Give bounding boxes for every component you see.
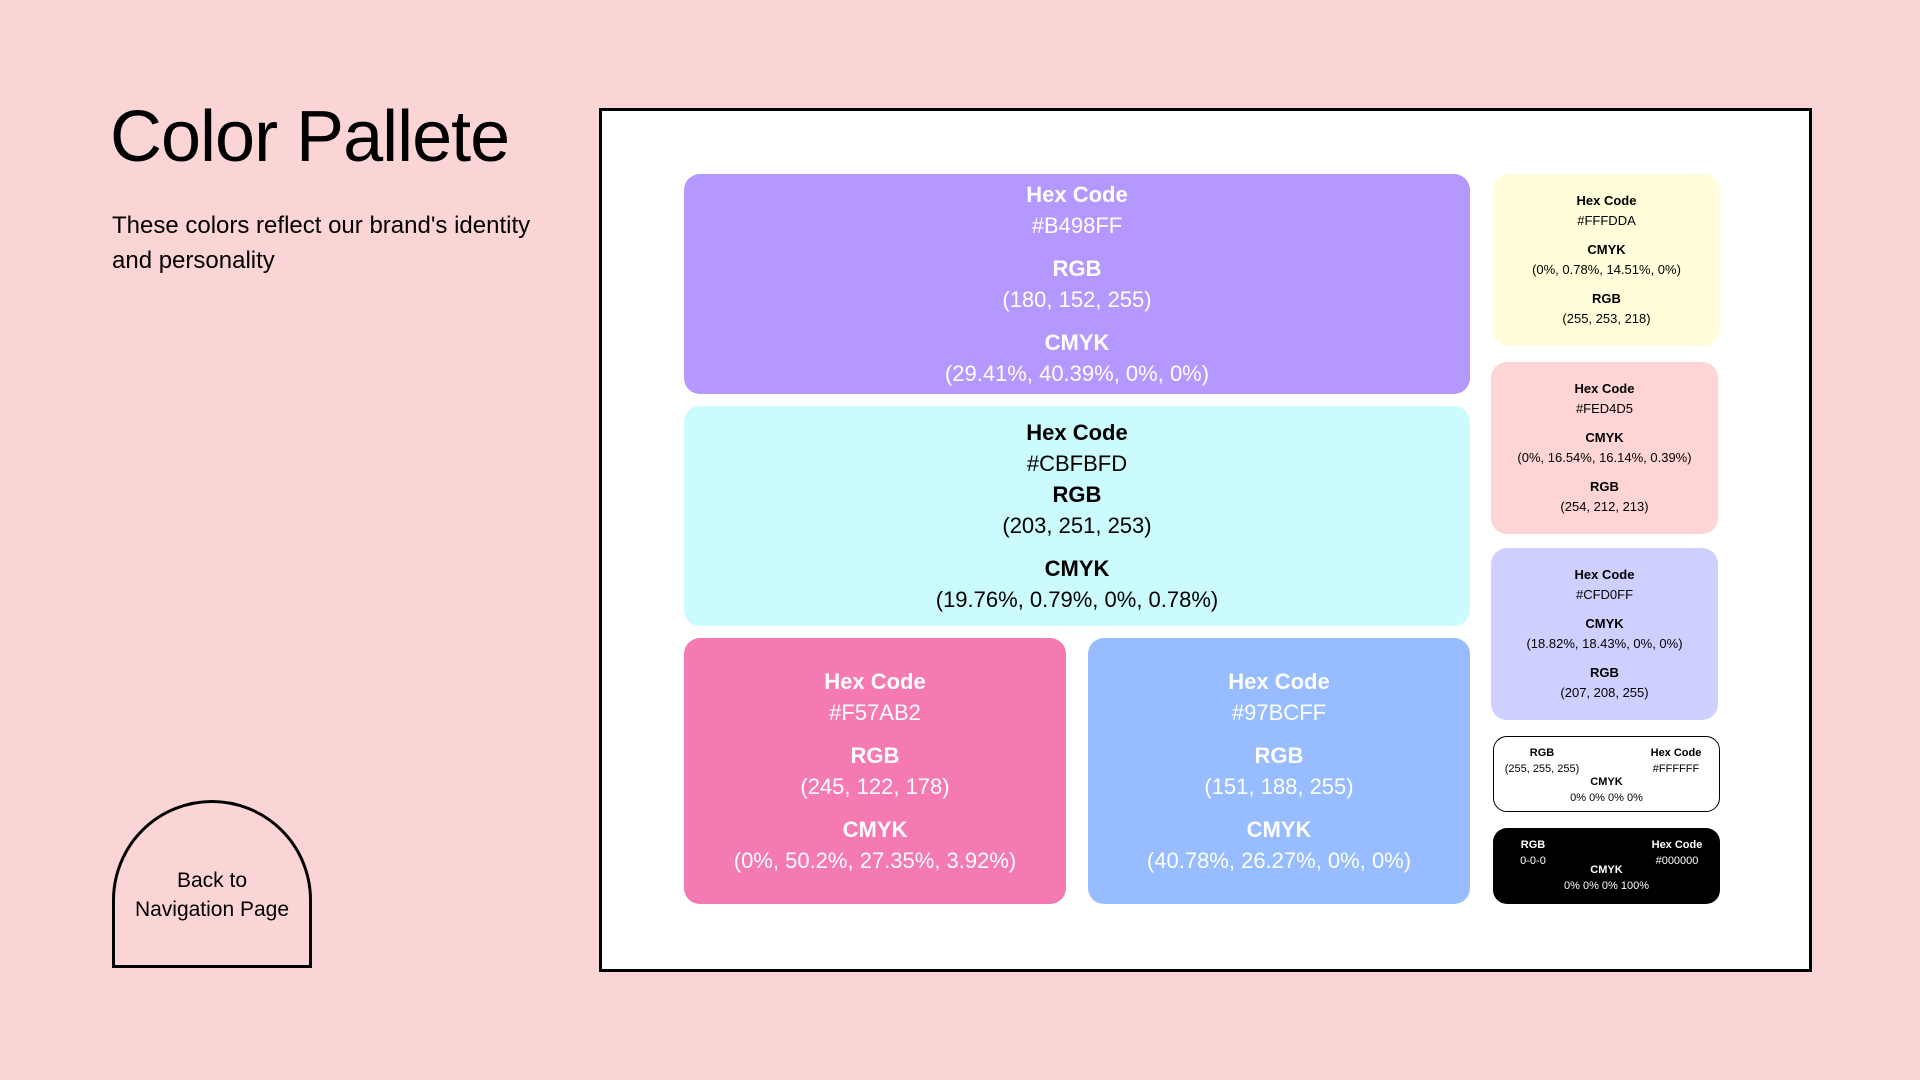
cmyk-value: (29.41%, 40.39%, 0%, 0%) [944, 361, 1210, 386]
cmyk-value: (0%, 0.78%, 14.51%, 0%) [1532, 262, 1681, 277]
cmyk-label: CMYK [1585, 430, 1624, 445]
hex-label: Hex Code [1650, 747, 1702, 759]
back-button-label: Back to Navigation Page [134, 869, 290, 921]
rgb-label: RGB [1529, 747, 1555, 759]
hex-value: #CBFBFD [1026, 451, 1128, 476]
rgb-label: RGB [1590, 479, 1619, 494]
swatch-blue: Hex Code #97BCFF RGB (151, 188, 255) CMY… [1088, 638, 1470, 904]
hex-label: Hex Code [1026, 182, 1128, 207]
rgb-label: RGB [1254, 743, 1304, 768]
swatch-cyan: Hex Code #CBFBFD RGB (203, 251, 253) CMY… [684, 406, 1470, 626]
swatch-rose: Hex Code #FED4D5 CMYK (0%, 16.54%, 16.14… [1491, 362, 1718, 534]
swatch-purple: Hex Code #B498FF RGB (180, 152, 255) CMY… [684, 174, 1470, 394]
hex-value: #97BCFF [1231, 700, 1327, 725]
rgb-label: RGB [1592, 291, 1621, 306]
swatch-black: RGB 0-0-0 Hex Code #000000 CMYK 0% 0% 0%… [1493, 828, 1720, 904]
hex-value: #CFD0FF [1575, 587, 1634, 602]
swatch-yellow: Hex Code #FFFDDA CMYK (0%, 0.78%, 14.51%… [1493, 174, 1720, 346]
cmyk-label: CMYK [842, 817, 908, 842]
rgb-value: (255, 253, 218) [1562, 311, 1651, 326]
cmyk-label: CMYK [1587, 242, 1626, 257]
cmyk-value: (40.78%, 26.27%, 0%, 0%) [1146, 848, 1412, 873]
hex-label: Hex Code [1651, 839, 1703, 851]
rgb-label: RGB [1052, 256, 1102, 281]
rgb-value: (180, 152, 255) [1002, 287, 1152, 312]
cmyk-value: (0%, 16.54%, 16.14%, 0.39%) [1517, 450, 1692, 465]
rgb-value: (203, 251, 253) [1002, 513, 1152, 538]
cmyk-value: (19.76%, 0.79%, 0%, 0.78%) [935, 587, 1219, 612]
cmyk-label: CMYK [1044, 330, 1110, 355]
palette-frame: Hex Code #B498FF RGB (180, 152, 255) CMY… [599, 108, 1812, 972]
hex-label: Hex Code [1574, 381, 1635, 396]
back-to-navigation-button[interactable]: Back to Navigation Page [112, 800, 312, 968]
cmyk-value: 0% 0% 0% 0% [1570, 792, 1643, 804]
cmyk-value: 0% 0% 0% 100% [1564, 880, 1649, 892]
cmyk-label: CMYK [1044, 556, 1110, 581]
rgb-label: RGB [850, 743, 900, 768]
cmyk-value: (18.82%, 18.43%, 0%, 0%) [1526, 636, 1683, 651]
page-subtitle: These colors reflect our brand's identit… [112, 212, 531, 274]
hex-value: #FED4D5 [1575, 401, 1634, 416]
hex-label: Hex Code [1228, 669, 1330, 694]
cmyk-label: CMYK [1585, 616, 1624, 631]
rgb-label: RGB [1520, 839, 1546, 851]
page-title: Color Pallete [110, 97, 510, 177]
hex-label: Hex Code [824, 669, 926, 694]
cmyk-label: CMYK [1246, 817, 1312, 842]
rgb-value: (207, 208, 255) [1560, 685, 1649, 700]
rgb-label: RGB [1590, 665, 1619, 680]
swatch-white: RGB (255, 255, 255) Hex Code #FFFFFF CMY… [1493, 736, 1720, 812]
cmyk-label: CMYK [1590, 864, 1623, 876]
hex-value: #FFFDDA [1577, 213, 1636, 228]
rgb-value: (254, 212, 213) [1560, 499, 1649, 514]
hex-label: Hex Code [1026, 420, 1128, 445]
hex-value: #B498FF [1031, 213, 1123, 238]
cmyk-label: CMYK [1590, 776, 1623, 788]
hex-value: #F57AB2 [829, 700, 921, 725]
swatch-pink: Hex Code #F57AB2 RGB (245, 122, 178) CMY… [684, 638, 1066, 904]
cmyk-value: (0%, 50.2%, 27.35%, 3.92%) [733, 848, 1017, 873]
hex-label: Hex Code [1576, 193, 1637, 208]
rgb-value: (245, 122, 178) [800, 774, 950, 799]
rgb-label: RGB [1052, 482, 1102, 507]
rgb-value: (151, 188, 255) [1204, 774, 1354, 799]
hex-label: Hex Code [1574, 567, 1635, 582]
swatch-lavender: Hex Code #CFD0FF CMYK (18.82%, 18.43%, 0… [1491, 548, 1718, 720]
